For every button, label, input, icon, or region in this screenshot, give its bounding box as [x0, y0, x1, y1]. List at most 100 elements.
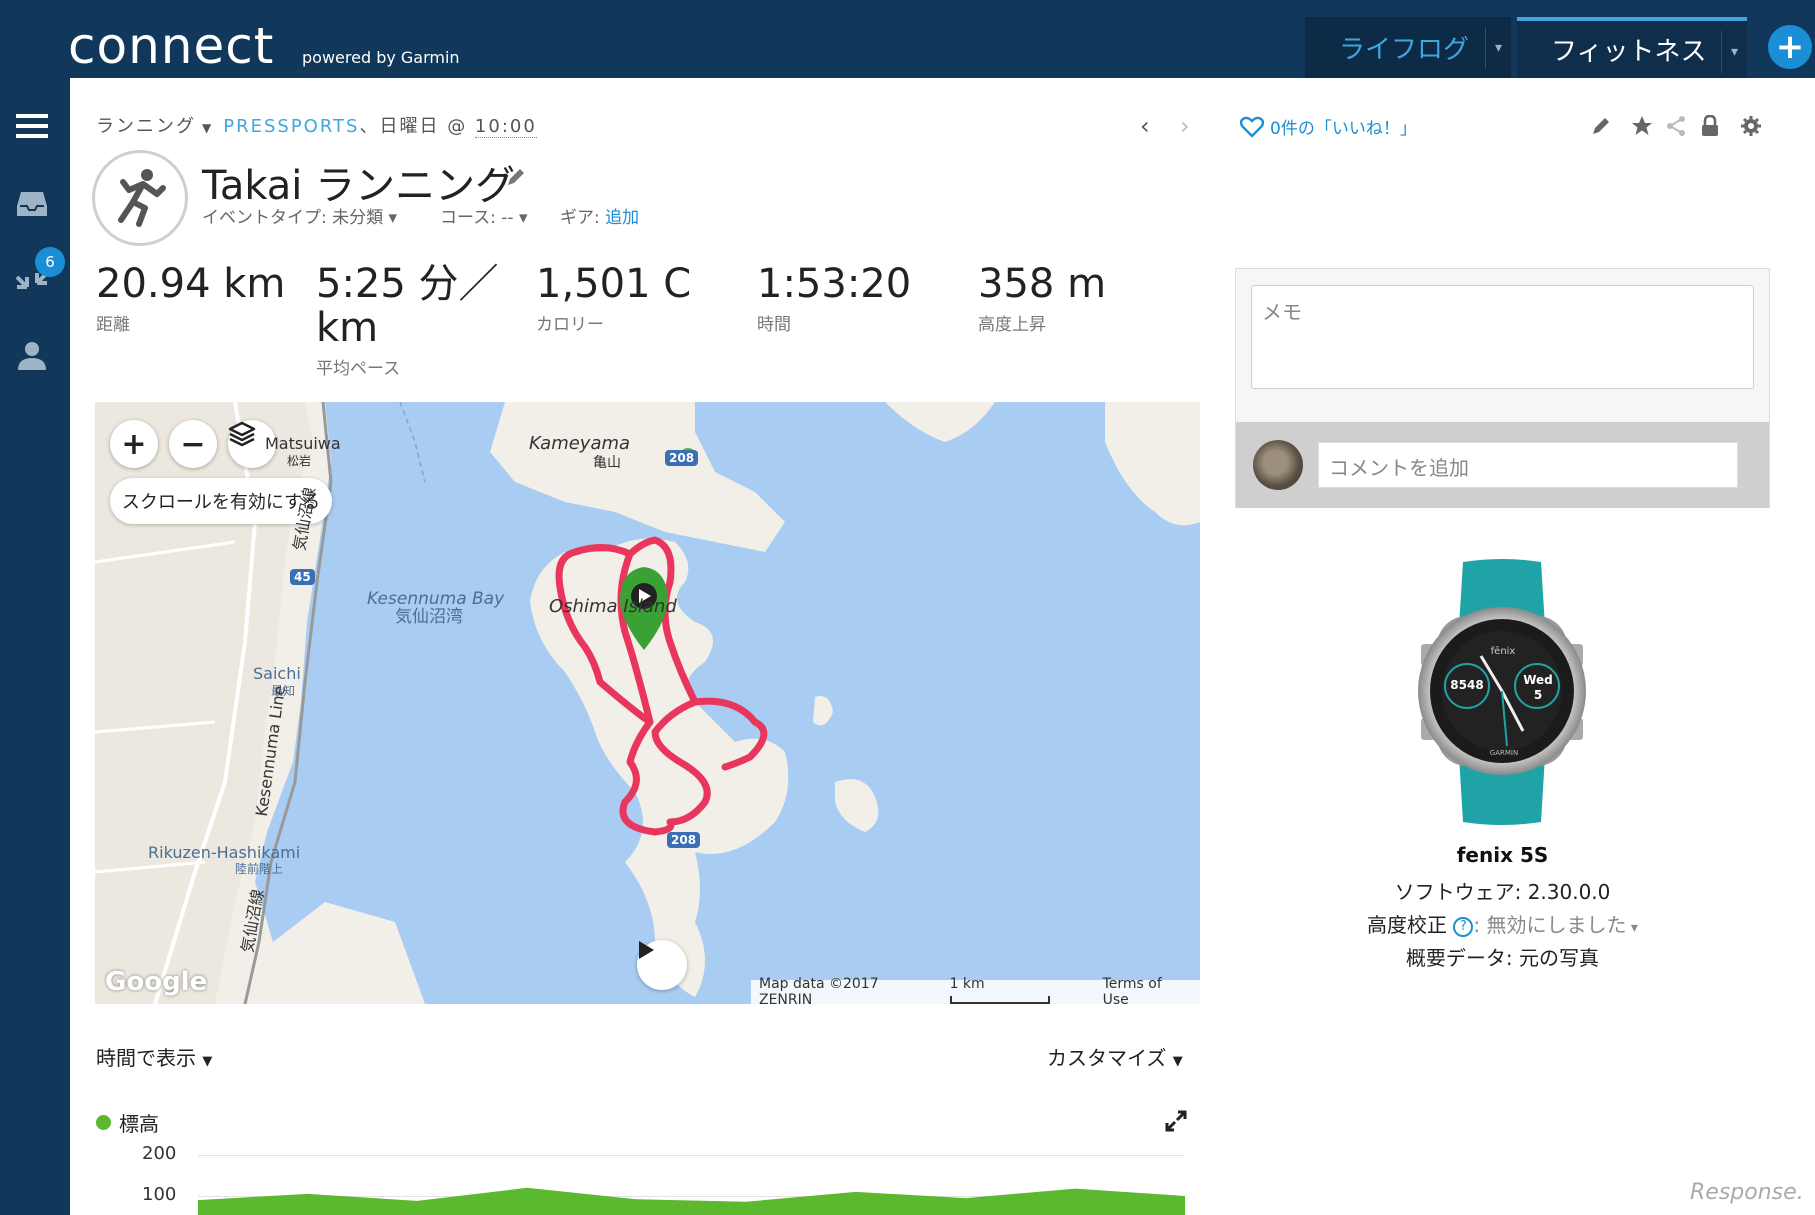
stat-value: 1,501 C [536, 261, 692, 307]
edit-pencil-icon[interactable] [1588, 113, 1614, 139]
stat-label: 平均ペース [316, 359, 401, 379]
play-route-button[interactable] [637, 940, 687, 990]
stat-value: 20.94 km [96, 261, 286, 307]
map-label-matsuiwa: Matsuiwa [265, 434, 341, 453]
stat-distance: 20.94 km 距離 [96, 262, 285, 335]
previous-arrow-icon[interactable]: ‹ [1140, 112, 1150, 140]
grid-line [198, 1155, 1185, 1156]
tab-fitness-label: フィットネス [1551, 37, 1707, 67]
stat-label: 時間 [757, 315, 791, 335]
activity-map[interactable]: + − スクロールを有効にする Matsuiwa 松岩 Kameyama 亀山 … [95, 402, 1200, 1004]
memo-comment-panel: メモ コメントを追加 [1235, 268, 1770, 508]
notification-badge[interactable]: 6 [35, 247, 65, 277]
stat-calories: 1,501 C カロリー [536, 262, 691, 335]
map-attribution: Map data ©2017 ZENRIN 1 km Terms of Use [751, 976, 1200, 1004]
play-icon [639, 941, 654, 959]
running-activity-icon [92, 150, 188, 246]
powered-by-text: powered by Garmin [302, 48, 460, 67]
source-link[interactable]: PRESSPORTS [223, 116, 359, 137]
course-select[interactable]: コース: -- ▾ [440, 203, 528, 228]
activity-time[interactable]: 10:00 [474, 116, 537, 138]
tab-fitness[interactable]: フィットネス ▾ [1517, 17, 1747, 78]
device-summary-data: 概要データ: 元の写真 [1405, 946, 1600, 970]
device-altitude-calibration: 高度校正 ?: 無効にしました ▾ [1235, 909, 1770, 938]
legend-label: 標高 [119, 1112, 159, 1136]
map-label-oshima: Oshima Island [549, 596, 677, 617]
elevation-chart [198, 1187, 1185, 1215]
map-label-bay: Kesennuma Bay [367, 589, 505, 609]
watch-face-day: Wed [1523, 673, 1553, 687]
star-icon[interactable] [1629, 113, 1655, 139]
stat-label: 距離 [96, 315, 130, 335]
watch-face-date: 5 [1533, 688, 1543, 702]
top-bar: connect powered by Garmin ライフログ ▾ フィットネス… [0, 0, 1815, 78]
route-208-badge-south: 208 [667, 832, 701, 848]
stat-time: 1:53:20 時間 [757, 262, 911, 335]
lock-icon[interactable] [1697, 113, 1723, 139]
stat-pace: 5:25 分／km 平均ペース [316, 262, 506, 379]
inbox-icon[interactable] [13, 186, 51, 222]
stat-value: 358 m [978, 261, 1107, 307]
map-label-rikuzen-jp: 陸前階上 [235, 862, 284, 876]
zoom-in-button[interactable]: + [110, 420, 158, 468]
watch-face-steps: 8548 [1450, 678, 1484, 692]
map-label-matsuiwa-jp: 松岩 [287, 454, 312, 468]
stat-label: カロリー [536, 315, 604, 335]
legend-swatch [96, 1115, 111, 1130]
stat-value: 5:25 分／km [316, 261, 499, 351]
chevron-down-icon[interactable]: ▾ [1485, 27, 1511, 69]
activity-type-label[interactable]: ランニング [96, 116, 196, 137]
next-arrow-icon[interactable]: › [1180, 112, 1190, 140]
tab-lifelog-label: ライフログ [1339, 35, 1470, 65]
profile-icon[interactable] [13, 338, 51, 374]
edit-title-icon[interactable] [505, 166, 527, 192]
map-label-kameyama-jp: 亀山 [593, 455, 621, 471]
memo-field[interactable]: メモ [1251, 285, 1754, 389]
comment-input[interactable]: コメントを追加 [1318, 442, 1738, 488]
connect-logo[interactable]: connect [68, 18, 274, 74]
gear-icon[interactable] [1738, 113, 1764, 139]
stat-value: 1:53:20 [757, 261, 912, 307]
device-software: ソフトウェア: 2.30.0.0 [1394, 880, 1611, 904]
customize-label: カスタマイズ [1047, 1046, 1167, 1070]
map-scale: 1 km [949, 976, 1089, 1004]
chevron-down-icon[interactable]: ▾ [1626, 920, 1638, 936]
add-button[interactable]: + [1768, 25, 1812, 69]
terms-link[interactable]: Terms of Use [1103, 976, 1192, 1004]
altitude-value[interactable]: : 無効にしました [1473, 913, 1626, 937]
route-208-badge: 208 [665, 450, 699, 466]
add-gear-link[interactable]: 追加 [605, 208, 639, 228]
y-tick-label: 100 [142, 1184, 177, 1205]
show-by-select[interactable]: 時間で表示 ▼ [96, 1042, 212, 1071]
show-by-label: 時間で表示 [96, 1046, 196, 1070]
map-label-kameyama: Kameyama [529, 433, 631, 454]
share-icon[interactable] [1663, 113, 1689, 139]
activity-breadcrumb: ランニング ▼ PRESSPORTS、日曜日 @ 10:00 [96, 112, 537, 138]
expand-icon[interactable] [1165, 1110, 1187, 1136]
event-type-label: イベントタイプ: 未分類 [202, 208, 384, 228]
zoom-out-button[interactable]: − [169, 420, 217, 468]
map-label-saichi: Saichi [253, 664, 301, 683]
chevron-down-icon[interactable]: ▾ [1721, 31, 1747, 73]
map-label-bay-jp: 気仙沼湾 [395, 607, 463, 627]
altitude-label: 高度校正 [1367, 913, 1454, 937]
help-icon[interactable]: ? [1453, 916, 1474, 937]
menu-icon[interactable] [13, 108, 51, 144]
chart-legend: 標高 [96, 1108, 159, 1137]
gear-label: ギア: [560, 208, 606, 228]
response-watermark: Response. [1690, 1180, 1804, 1205]
avatar [1253, 440, 1303, 490]
like-button[interactable]: 0件の「いいね！」 [1240, 114, 1417, 139]
event-type-select[interactable]: イベントタイプ: 未分類 ▾ [202, 203, 397, 228]
heart-icon [1240, 116, 1264, 138]
sidebar [0, 78, 70, 1215]
route-45-badge: 45 [290, 569, 315, 585]
day-text: 、日曜日 @ [359, 116, 475, 137]
caret-down-icon[interactable]: ▼ [202, 121, 213, 135]
watch-face-brand: fēnix [1490, 646, 1516, 657]
stat-elevation-gain: 358 m 高度上昇 [978, 262, 1106, 335]
tab-lifelog[interactable]: ライフログ ▾ [1305, 17, 1511, 78]
layers-icon [228, 421, 256, 447]
device-name[interactable]: fenix 5S [1235, 843, 1770, 867]
customize-select[interactable]: カスタマイズ ▼ [1047, 1042, 1183, 1071]
